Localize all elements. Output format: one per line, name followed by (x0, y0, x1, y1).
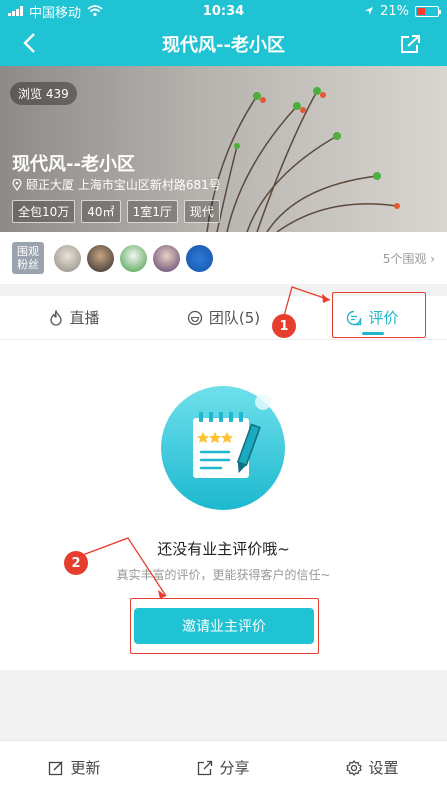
settings-label: 设置 (368, 759, 399, 777)
edit-icon (49, 760, 64, 775)
settings-button[interactable]: 设置 (298, 757, 447, 778)
share-bottom-button[interactable]: 分享 (149, 757, 298, 778)
update-button[interactable]: 更新 (0, 757, 149, 778)
share-icon (198, 760, 213, 775)
bottom-toolbar: 更新 分享 设置 (0, 740, 447, 794)
annotation-marker-2: 2 (64, 551, 88, 575)
annotation-marker-1: 1 (272, 314, 296, 338)
gear-icon (346, 759, 363, 776)
share-label: 分享 (219, 759, 250, 777)
update-label: 更新 (70, 759, 101, 777)
annotation-arrows (79, 286, 331, 599)
